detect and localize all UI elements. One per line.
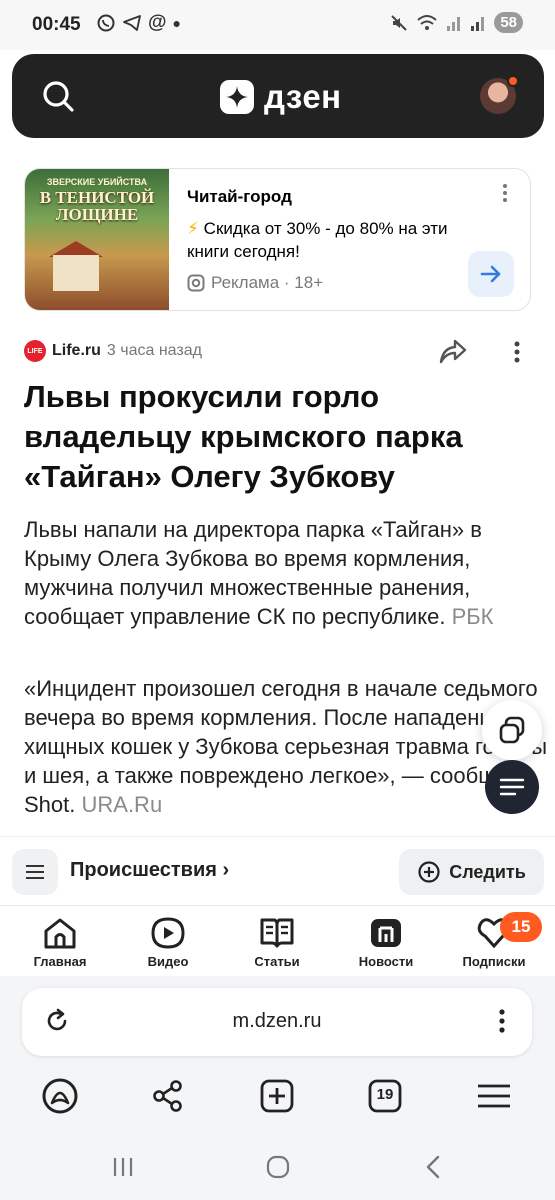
dzen-star-icon (220, 80, 254, 114)
section-bar: Происшествия › Следить (0, 836, 555, 906)
bottom-tab-bar: Главная Видео Статьи Новости Подписки (0, 906, 555, 976)
tab-label: Новости (358, 954, 414, 969)
url-text[interactable]: m.dzen.ru (22, 1010, 532, 1033)
section-menu-button[interactable] (12, 849, 58, 895)
article-time: 3 часа назад (106, 342, 202, 359)
back-chevron-icon (426, 1155, 440, 1179)
search-button[interactable] (40, 78, 76, 114)
article-headline: Львы прокусили горло владельцу крымского… (24, 379, 463, 494)
article-source[interactable]: LIFE Life.ru 3 часа назад (24, 340, 202, 362)
app-header: дзен (12, 54, 544, 138)
arrow-right-icon (480, 265, 501, 283)
alice-button[interactable] (40, 1076, 80, 1116)
tab-label: Подписки (462, 954, 526, 969)
home-nav-button[interactable] (258, 1150, 298, 1184)
share-icon (439, 339, 467, 364)
whatsapp-icon (97, 14, 115, 32)
back-nav-button[interactable] (413, 1150, 453, 1184)
hamburger-icon (26, 865, 44, 879)
recents-icon (113, 1158, 133, 1176)
signal-icon (471, 16, 485, 31)
lead-source-link[interactable]: РБК (452, 604, 494, 629)
cover-house (53, 255, 99, 291)
share-nodes-icon (153, 1080, 182, 1112)
more-vertical-icon (514, 341, 520, 363)
source-logo: LIFE (24, 340, 46, 362)
more-vertical-icon (503, 184, 507, 202)
notification-dot (507, 75, 519, 87)
subscriptions-badge: 15 (500, 912, 542, 942)
share-page-button[interactable] (148, 1076, 188, 1116)
new-tab-button[interactable] (257, 1076, 297, 1116)
dot-icon: ● (172, 15, 181, 31)
menu-lines-icon (499, 778, 525, 796)
article-more-button[interactable] (510, 340, 524, 364)
follow-button[interactable]: Следить (399, 849, 544, 895)
copy-button[interactable] (482, 700, 542, 760)
at-icon: @ (148, 12, 167, 33)
status-right-icons: 58 (390, 12, 523, 33)
tabs-button[interactable]: 19 (365, 1076, 405, 1116)
telegram-icon (123, 15, 141, 31)
plus-square-icon (260, 1079, 294, 1113)
avatar[interactable] (480, 75, 519, 114)
ad-text-body: Скидка от 30% - до 80% на эти книги сего… (187, 219, 448, 261)
ad-meta: Реклама · 18+ (187, 273, 323, 293)
book-cover-subtitle: ЗВЕРСКИЕ УБИЙСТВА (46, 177, 148, 187)
tab-label: Статьи (254, 954, 300, 969)
copy-icon (499, 716, 525, 744)
articles-icon (260, 918, 294, 948)
status-time: 00:45 (32, 14, 81, 35)
ad-open-button[interactable] (468, 251, 514, 297)
follow-label: Следить (449, 861, 526, 882)
alice-icon (42, 1078, 78, 1114)
tab-label: Главная (33, 954, 87, 969)
ad-more-button[interactable] (502, 183, 508, 203)
tab-home[interactable]: Главная (15, 916, 105, 969)
lightning-icon: ⚡ (187, 219, 199, 238)
ad-brand: Читай-город (187, 187, 292, 206)
ad-book-cover: ЗВЕРСКИЕ УБИЙСТВА В ТЕНИСТОЙ ЛОЩИНЕ (25, 169, 169, 310)
dzen-logo[interactable]: дзен (220, 78, 342, 116)
article-quote: «Инцидент произошел сегодня в начале сед… (24, 674, 554, 836)
search-icon (43, 81, 74, 112)
logo-text: дзен (264, 78, 342, 115)
mute-icon (391, 14, 408, 31)
signal-icon (447, 16, 461, 31)
ad-meta-text: Реклама · 18+ (211, 273, 324, 292)
tab-news[interactable]: Новости (341, 916, 431, 969)
contents-button[interactable] (485, 760, 539, 814)
article-lead-text: Львы напали на директора парка «Тайган» … (24, 517, 482, 629)
quote-source-link[interactable]: URA.Ru (82, 792, 163, 817)
ad-label-icon (187, 274, 205, 292)
status-left-icons: @ ● (96, 12, 181, 34)
ad-text: ⚡ Скидка от 30% - до 80% на эти книги се… (187, 217, 457, 263)
home-circle-icon (266, 1155, 290, 1179)
status-bar: 00:45 @ ● 58 (0, 0, 555, 50)
share-button[interactable] (438, 338, 468, 366)
video-icon (151, 917, 185, 949)
browser-hamburger-button[interactable] (474, 1076, 514, 1116)
article-lead: Львы напали на директора парка «Тайган» … (24, 515, 544, 631)
ad-card[interactable]: ЗВЕРСКИЕ УБИЙСТВА В ТЕНИСТОЙ ЛОЩИНЕ Чита… (24, 168, 531, 311)
home-icon (44, 918, 76, 949)
hamburger-icon (478, 1084, 510, 1108)
battery-level: 58 (494, 12, 523, 33)
source-name[interactable]: Life.ru (52, 342, 101, 360)
tab-articles[interactable]: Статьи (232, 916, 322, 969)
tab-count: 19 (376, 1086, 394, 1103)
address-bar[interactable]: m.dzen.ru (22, 988, 532, 1056)
tab-label: Видео (147, 954, 189, 969)
book-cover-title: В ТЕНИСТОЙ ЛОЩИНЕ (39, 188, 155, 224)
news-icon (371, 919, 401, 947)
wifi-icon (417, 14, 437, 30)
tab-video[interactable]: Видео (123, 916, 213, 969)
browser-menu-button[interactable] (498, 1008, 506, 1039)
recent-apps-button[interactable] (103, 1150, 143, 1184)
section-title[interactable]: Происшествия › (70, 859, 229, 882)
more-vertical-icon (499, 1009, 505, 1033)
follow-plus-icon (418, 861, 440, 883)
